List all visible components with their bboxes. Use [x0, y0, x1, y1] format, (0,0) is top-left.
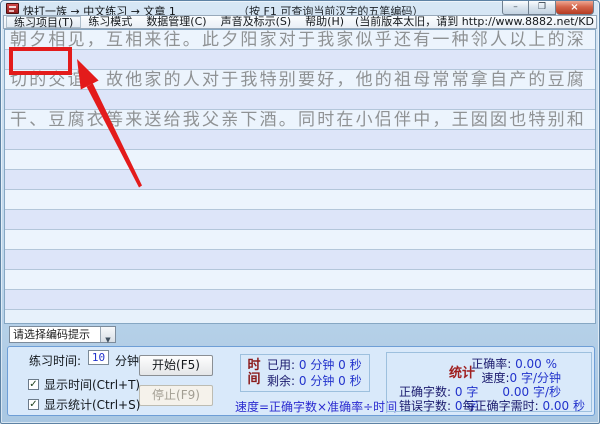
statistics-box: 统计 正确率: 0.00 % 速度:0 字/分钟 正确字数: 0 字 0.00 … [386, 352, 592, 412]
show-stats-option: ✓ 显示统计(Ctrl+S) [28, 396, 140, 413]
combo-dropdown-button[interactable]: ▼ [100, 327, 115, 342]
start-button[interactable]: 开始(F5) [139, 355, 213, 376]
highlight-rectangle [9, 47, 72, 75]
menu-bar: 练习项目(T)练习模式数据管理(C)声音及标示(S)帮助(H)(当前版本太旧，请… [3, 15, 597, 29]
time-box-title: 时 间 [241, 359, 267, 387]
menu-item[interactable]: 数据管理(C) [139, 16, 213, 28]
text-row [5, 190, 595, 210]
close-icon: × [570, 2, 578, 13]
practice-time-unit: 分钟 [115, 352, 139, 369]
menu-item[interactable]: 练习模式 [81, 16, 139, 28]
title-bar: 快打一族 → 中文练习 → 文章 1 （按 F1 可查询当前汉字的五笔编码） –… [1, 1, 599, 15]
check-icon: ✓ [29, 399, 37, 410]
maximize-icon: ❐ [538, 2, 546, 12]
minimize-icon: – [513, 2, 518, 12]
text-row: 朝夕相见，互相来往。此夕阳家对于我家似乎还有一种邻人以上的深 [5, 30, 595, 50]
input-row[interactable] [5, 90, 595, 110]
time-used: 已用: 0 分钟 0 秒 [267, 357, 362, 373]
time-box-lines: 已用: 0 分钟 0 秒 剩余: 0 分钟 0 秒 [267, 357, 362, 389]
speed-formula: 速度=正确字数×准确率÷时间 [235, 398, 397, 415]
input-row[interactable] [5, 250, 595, 270]
menu-item[interactable]: 帮助(H) [298, 16, 351, 28]
minimize-button[interactable]: – [502, 1, 529, 15]
practice-text-area: 朝夕相见，互相来往。此夕阳家对于我家似乎还有一种邻人以上的深切的交谊，故他家的人… [4, 29, 596, 324]
encoding-hint-select[interactable]: 请选择编码提示 ▼ [9, 326, 116, 343]
app-window: 快打一族 → 中文练习 → 文章 1 （按 F1 可查询当前汉字的五笔编码） –… [0, 0, 600, 424]
stop-button[interactable]: 停止(F9) [139, 385, 213, 406]
app-icon [6, 3, 19, 14]
time-remaining: 剩余: 0 分钟 0 秒 [267, 373, 362, 389]
text-row [5, 150, 595, 170]
chevron-down-icon: ▼ [105, 336, 110, 344]
show-stats-label: 显示统计(Ctrl+S) [44, 396, 140, 413]
input-row[interactable] [5, 210, 595, 230]
menu-item[interactable]: 声音及标示(S) [214, 16, 299, 28]
text-row [5, 270, 595, 290]
menu-version-note[interactable]: (当前版本太旧，请到 http://www.8882.net/KD 免费下载最新… [351, 16, 597, 28]
input-row[interactable] [5, 170, 595, 190]
practice-time-input[interactable] [88, 350, 109, 365]
text-row [5, 230, 595, 250]
show-time-label: 显示时间(Ctrl+T) [44, 376, 140, 393]
practice-time-label: 练习时间: [29, 352, 81, 369]
text-row: 干、豆腐衣等来送给我父亲下酒。同时在小侣伴中，王囡囡也特别和 [5, 110, 595, 130]
menu-item[interactable]: 练习项目(T) [6, 16, 81, 28]
input-row[interactable] [5, 290, 595, 310]
time-box: 时 间 已用: 0 分钟 0 秒 剩余: 0 分钟 0 秒 [240, 354, 370, 392]
encoding-hint-value: 请选择编码提示 [10, 327, 100, 342]
show-time-checkbox[interactable]: ✓ [28, 379, 39, 390]
check-icon: ✓ [29, 379, 37, 390]
maximize-button[interactable]: ❐ [529, 1, 556, 15]
input-row[interactable] [5, 130, 595, 150]
control-panel: 练习时间: 分钟 开始(F5) 停止(F9) ✓ 显示时间(Ctrl+T) ✓ … [7, 346, 595, 416]
text-row: 切的交谊，故他家的人对于我特别要好，他的祖母常常拿自产的豆腐 [5, 70, 595, 90]
input-row[interactable] [5, 50, 595, 70]
stat-time-per-char: 每正确字需时: 0.00 秒 [463, 397, 585, 414]
show-time-option: ✓ 显示时间(Ctrl+T) [28, 376, 140, 393]
window-controls: – ❐ × [502, 1, 594, 15]
show-stats-checkbox[interactable]: ✓ [28, 399, 39, 410]
close-button[interactable]: × [556, 1, 594, 15]
